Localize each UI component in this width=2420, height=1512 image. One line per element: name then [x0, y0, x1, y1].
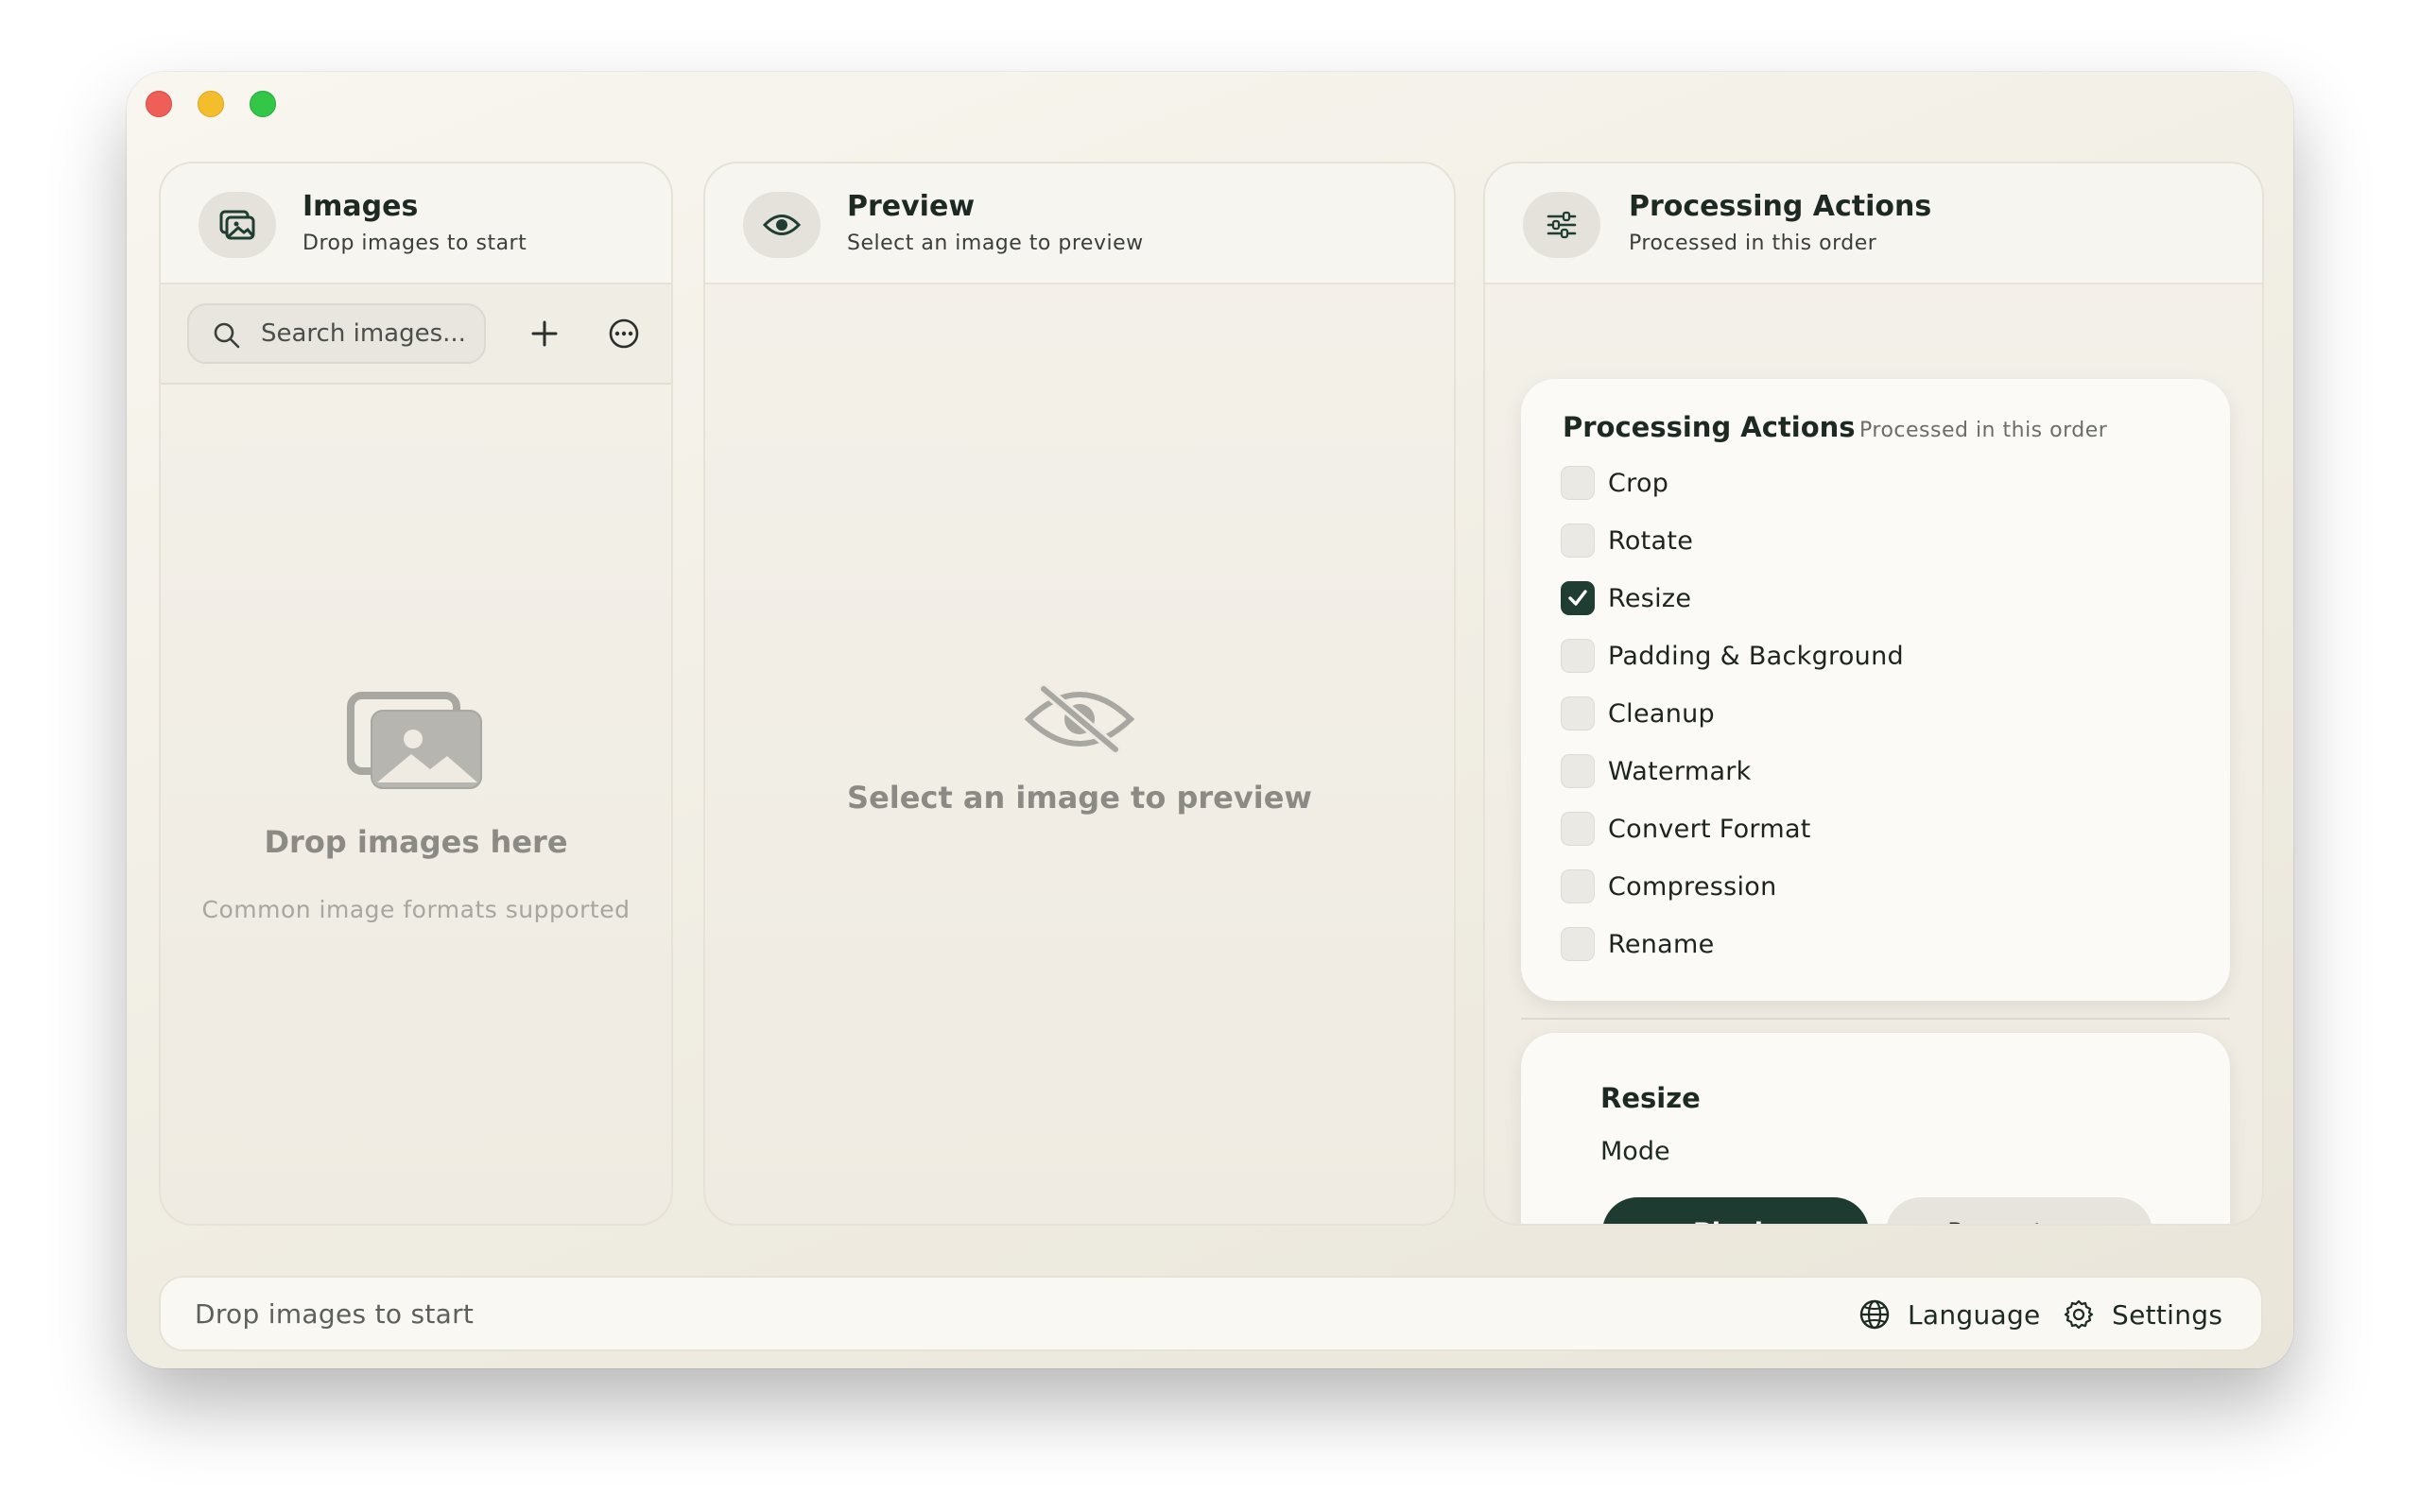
- actions-panel-subtitle: Processed in this order: [1629, 232, 1877, 255]
- action-rename[interactable]: Rename: [1561, 925, 1715, 963]
- drop-images-title: Drop images here: [264, 824, 568, 860]
- action-label: Padding & Background: [1608, 641, 1904, 671]
- window-minimize-button[interactable]: [198, 91, 224, 117]
- search-icon: [212, 320, 242, 354]
- ellipsis-circle-icon: [609, 318, 639, 349]
- preview-panel-title: Preview: [847, 190, 976, 223]
- globe-icon: [1859, 1299, 1890, 1330]
- sliders-icon: [1523, 192, 1600, 258]
- images-drop-zone[interactable]: Drop images here Common image formats su…: [161, 688, 671, 923]
- action-checkbox[interactable]: [1561, 869, 1595, 903]
- plus-icon: [531, 320, 558, 347]
- action-label: Convert Format: [1608, 814, 1811, 844]
- action-cleanup[interactable]: Cleanup: [1561, 695, 1715, 732]
- action-label: Crop: [1608, 468, 1669, 498]
- preview-empty-text: Select an image to preview: [847, 780, 1312, 816]
- search-box[interactable]: [187, 303, 486, 364]
- action-checkbox[interactable]: [1561, 466, 1595, 500]
- actions-card-subtitle: Processed in this order: [1859, 419, 2108, 442]
- photo-stack-icon: [199, 192, 276, 258]
- processing-actions-panel: Processing Actions Processed in this ord…: [1483, 162, 2264, 1226]
- actions-card-title: Processing Actions: [1563, 411, 1856, 443]
- action-watermark[interactable]: Watermark: [1561, 752, 1752, 790]
- window-close-button[interactable]: [146, 91, 172, 117]
- status-text: Drop images to start: [195, 1298, 475, 1330]
- action-crop[interactable]: Crop: [1561, 464, 1668, 502]
- language-label: Language: [1908, 1298, 2041, 1331]
- action-checkbox[interactable]: [1561, 754, 1595, 788]
- action-checkbox[interactable]: [1561, 581, 1595, 615]
- checkmark-icon: [1568, 590, 1587, 606]
- images-panel-title: Images: [302, 190, 419, 223]
- mode-percentage-button[interactable]: Percentage: [1886, 1197, 2152, 1224]
- gear-icon: [2064, 1299, 2094, 1330]
- mode-pixels-button[interactable]: Pixels: [1602, 1197, 1869, 1224]
- mode-label: Mode: [1600, 1137, 1670, 1166]
- action-checkbox[interactable]: [1561, 696, 1595, 730]
- search-input[interactable]: [259, 315, 476, 352]
- action-checkbox[interactable]: [1561, 639, 1595, 673]
- eye-icon: [743, 192, 821, 258]
- images-panel: Images Drop images to start Search image…: [159, 162, 673, 1226]
- action-label: Cleanup: [1608, 698, 1715, 729]
- images-panel-header: Images Drop images to start: [161, 163, 671, 284]
- window-zoom-button[interactable]: [250, 91, 276, 117]
- section-divider: [1521, 1018, 2230, 1020]
- status-bar: Drop images to start Language Settings: [159, 1276, 2263, 1351]
- action-convert-format[interactable]: Convert Format: [1561, 810, 1811, 848]
- action-label: Watermark: [1608, 756, 1752, 786]
- app-window: Images Drop images to start Search image…: [127, 72, 2293, 1368]
- images-panel-subtitle: Drop images to start: [302, 232, 527, 255]
- preview-empty-state: Select an image to preview: [705, 683, 1454, 816]
- photos-icon: [161, 688, 671, 796]
- settings-button[interactable]: Settings: [2063, 1291, 2222, 1338]
- action-label: Compression: [1608, 871, 1777, 902]
- actions-panel-header: Processing Actions Processed in this ord…: [1485, 163, 2262, 284]
- more-options-button[interactable]: [596, 305, 652, 362]
- resize-title: Resize: [1600, 1082, 1701, 1114]
- action-resize[interactable]: Resize: [1561, 579, 1691, 617]
- images-toolbar: [161, 284, 671, 385]
- add-images-button[interactable]: [516, 305, 573, 362]
- action-rotate[interactable]: Rotate: [1561, 522, 1693, 559]
- action-checkbox[interactable]: [1561, 524, 1595, 558]
- eye-slash-icon: [705, 683, 1454, 759]
- language-button[interactable]: Language: [1858, 1291, 2041, 1338]
- actions-card: Processing Actions Processed in this ord…: [1521, 379, 2230, 1001]
- action-compression[interactable]: Compression: [1561, 868, 1777, 905]
- action-checkbox[interactable]: [1561, 927, 1595, 961]
- settings-label: Settings: [2112, 1298, 2223, 1331]
- preview-panel: Preview Select an image to preview Selec…: [703, 162, 1456, 1226]
- action-label: Resize: [1608, 583, 1692, 613]
- actions-panel-title: Processing Actions: [1629, 190, 1932, 223]
- resize-settings-card: Resize Mode Pixels Percentage: [1521, 1033, 2230, 1224]
- drop-images-subtitle: Common image formats supported: [201, 896, 631, 923]
- action-checkbox[interactable]: [1561, 812, 1595, 846]
- action-padding-background[interactable]: Padding & Background: [1561, 637, 1904, 675]
- preview-panel-header: Preview Select an image to preview: [705, 163, 1454, 284]
- preview-panel-subtitle: Select an image to preview: [847, 232, 1144, 255]
- action-label: Rotate: [1608, 525, 1694, 556]
- action-label: Rename: [1608, 929, 1715, 959]
